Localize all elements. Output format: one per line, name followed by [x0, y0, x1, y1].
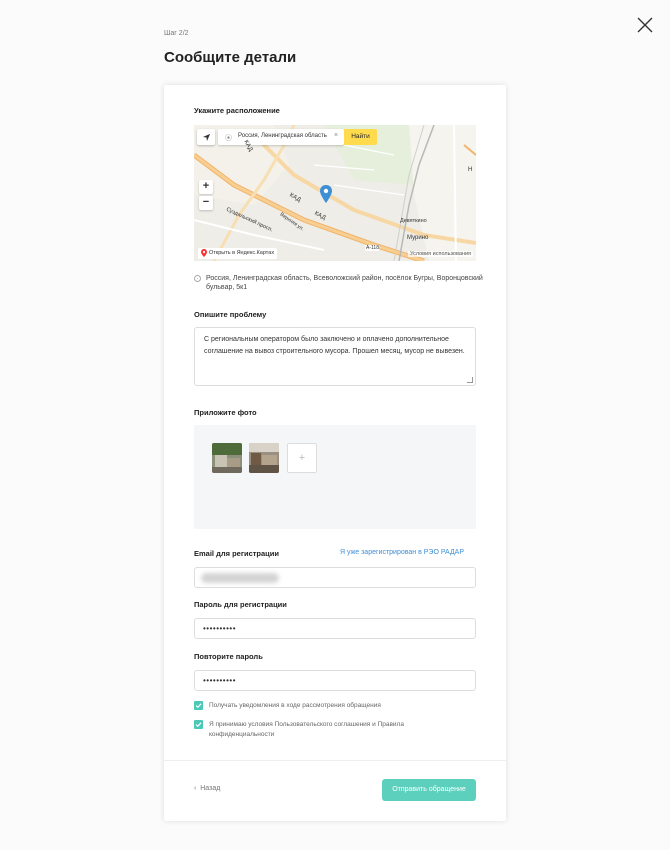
terms-checkbox[interactable] — [194, 720, 203, 729]
locate-me-button[interactable] — [197, 129, 215, 145]
address-text: Россия, Ленинградская область, Всеволожс… — [206, 275, 483, 291]
map-search-input[interactable]: ⦿ Россия, Ленинградская область × — [218, 129, 344, 145]
repeat-password-value: •••••••••• — [203, 676, 237, 685]
footer-divider — [164, 760, 506, 761]
map-search-value: Россия, Ленинградская область — [238, 133, 327, 139]
problem-text: С региональным оператором было заключено… — [204, 336, 465, 355]
add-photo-button[interactable]: + — [287, 443, 317, 473]
check-icon — [195, 722, 202, 728]
problem-label: Опишите проблему — [194, 310, 267, 319]
email-field[interactable] — [194, 567, 476, 588]
photos-label: Приложите фото — [194, 408, 257, 417]
location-label: Укажите расположение — [194, 106, 280, 115]
repeat-password-label: Повторите пароль — [194, 652, 263, 661]
photo-thumbnail[interactable] — [212, 443, 242, 473]
navigation-arrow-icon — [202, 133, 210, 141]
map-pin-icon: ⦿ — [225, 135, 232, 142]
notifications-consent-text: Получать уведомления в ходе рассмотрения… — [209, 702, 381, 709]
back-button[interactable]: ‹ Назад — [194, 785, 220, 792]
photo-thumbnail[interactable] — [249, 443, 279, 473]
location-marker-icon — [194, 275, 201, 282]
map-label-station: Девяткино — [400, 218, 427, 224]
repeat-password-field[interactable]: •••••••••• — [194, 670, 476, 691]
location-map[interactable]: ⦿ Россия, Ленинградская область × Найти … — [194, 125, 476, 261]
open-in-yandex-maps-link[interactable]: Открыть в Яндекс.Картах — [198, 248, 278, 259]
notifications-checkbox[interactable] — [194, 701, 203, 710]
resize-handle-icon[interactable] — [467, 377, 473, 383]
already-registered-link[interactable]: Я уже зарегистрирован в РЭО РАДАР — [340, 549, 464, 556]
password-value: •••••••••• — [203, 624, 237, 633]
selected-address: Россия, Ленинградская область, Всеволожс… — [194, 274, 484, 292]
email-label: Email для регистрации — [194, 549, 279, 558]
email-value-redacted — [201, 573, 279, 583]
map-find-button[interactable]: Найти — [344, 129, 377, 145]
zoom-out-button[interactable]: − — [199, 196, 213, 210]
page-title: Сообщите детали — [164, 49, 297, 66]
photo-upload-area[interactable]: + — [194, 425, 476, 529]
map-terms-link[interactable]: Условия использования — [407, 251, 473, 257]
yandex-pin-icon — [201, 249, 207, 257]
terms-consent-text: Я принимаю условия Пользовательского сог… — [209, 721, 404, 738]
step-indicator: Шаг 2/2 — [164, 30, 189, 37]
password-label: Пароль для регистрации — [194, 600, 287, 609]
map-label-highway: А-118 — [366, 245, 379, 251]
close-icon[interactable] — [636, 16, 654, 34]
map-label-town: Мурино — [407, 235, 429, 241]
check-icon — [195, 703, 202, 709]
problem-textarea[interactable]: С региональным оператором было заключено… — [194, 327, 476, 386]
password-field[interactable]: •••••••••• — [194, 618, 476, 639]
zoom-in-button[interactable]: + — [199, 180, 213, 194]
form-card: Укажите расположение ⦿ Россия, Ленинград… — [164, 85, 506, 821]
clear-search-icon[interactable]: × — [334, 132, 338, 139]
map-label-edge: Н — [468, 167, 473, 173]
submit-button[interactable]: Отправить обращение — [382, 779, 476, 801]
